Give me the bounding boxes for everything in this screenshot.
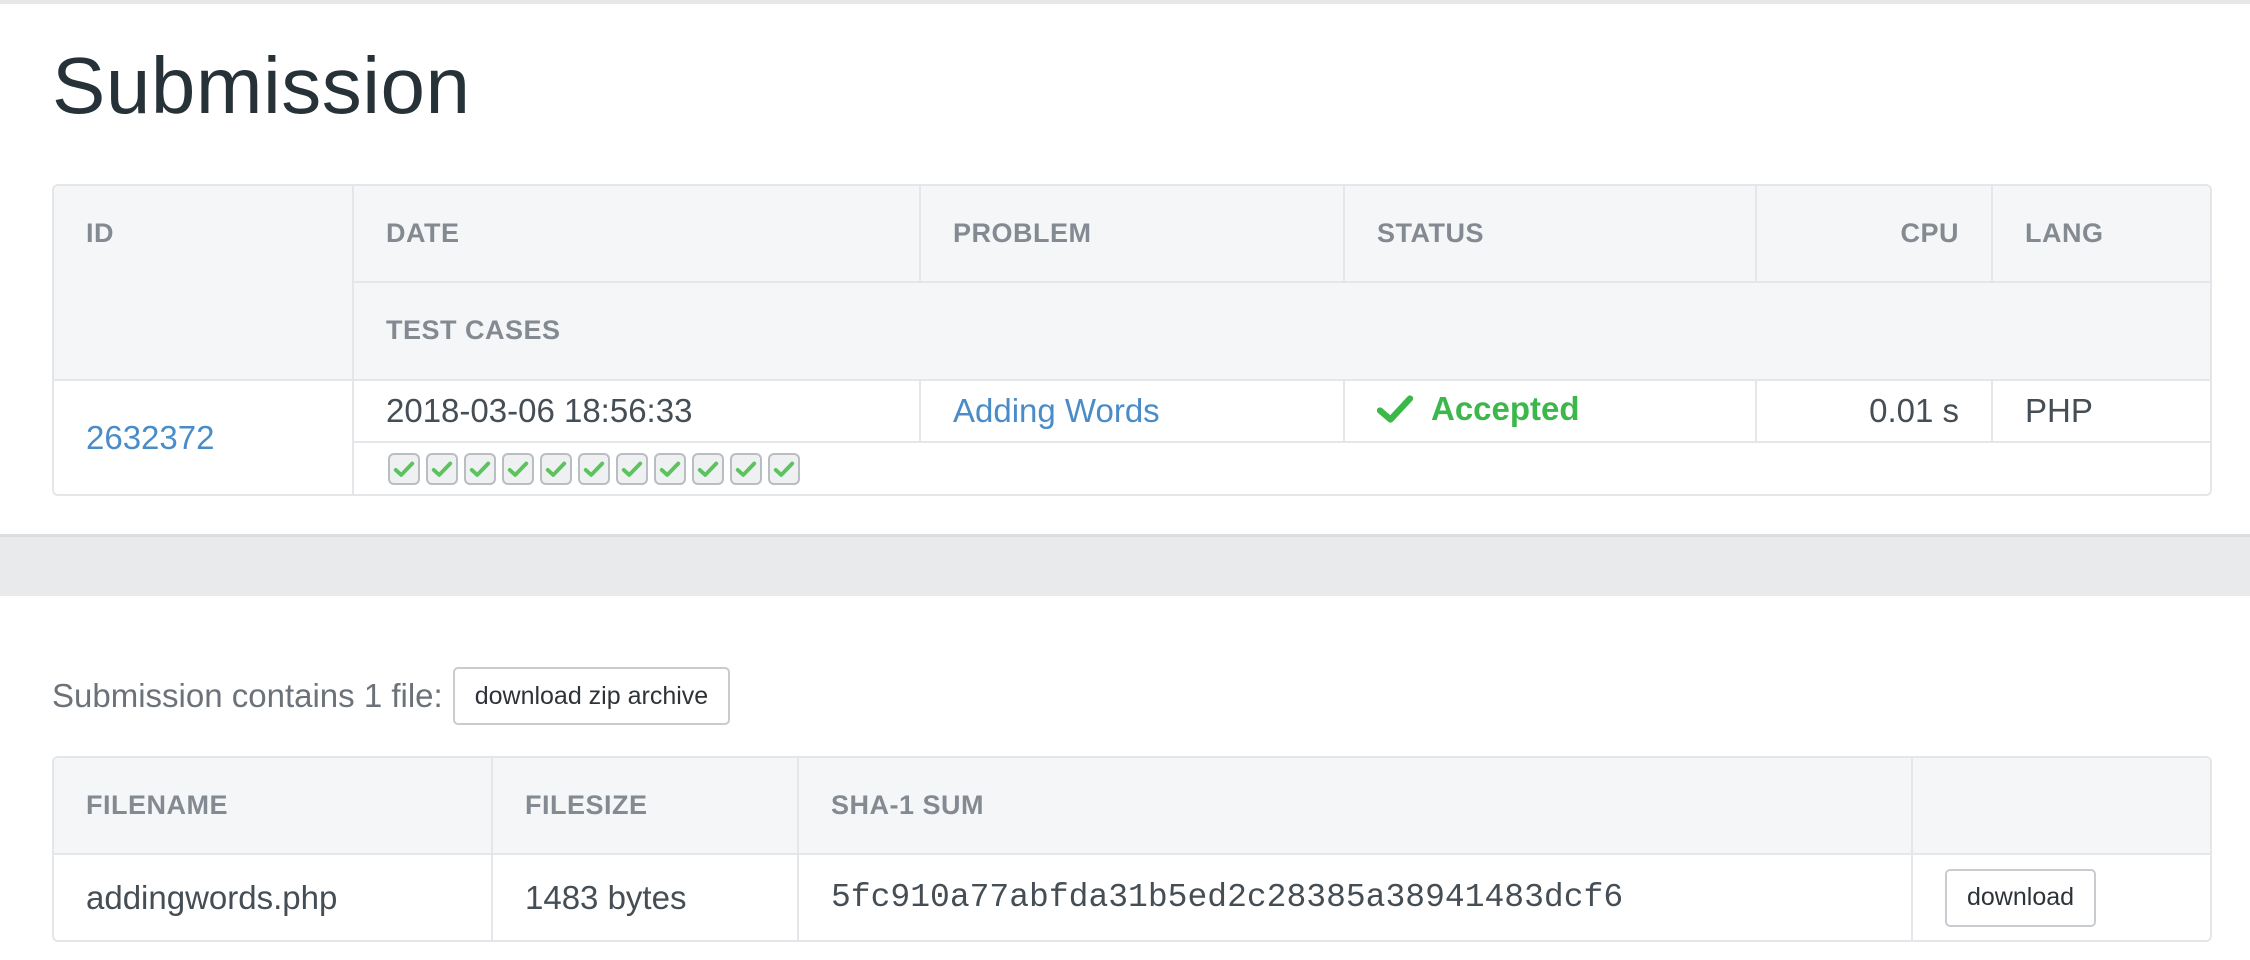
test-case-passed[interactable] [692, 452, 724, 485]
test-case-passed[interactable] [578, 452, 610, 485]
column-header-date: DATE [352, 186, 921, 283]
test-case-passed[interactable] [502, 452, 534, 485]
column-header-status: STATUS [1343, 186, 1757, 283]
test-case-passed[interactable] [464, 452, 496, 485]
test-case-list [388, 452, 2210, 485]
submission-table-container: ID DATE PROBLEM STATUS CPU LANG TEST CAS… [52, 184, 2212, 496]
check-icon [507, 461, 529, 477]
file-name: addingwords.php [54, 853, 493, 940]
page-title: Submission [52, 41, 471, 130]
check-icon [621, 461, 643, 477]
status-cell: Accepted [1343, 379, 1757, 443]
test-case-passed[interactable] [768, 452, 800, 485]
status-text: Accepted [1431, 390, 1580, 427]
section-divider-band [0, 534, 2250, 596]
download-file-button[interactable]: download [1945, 868, 2097, 927]
files-summary: Submission contains 1 file: download zip… [52, 666, 731, 726]
check-icon [431, 461, 453, 477]
test-case-passed[interactable] [654, 452, 686, 485]
column-header-cpu: CPU [1755, 186, 1993, 283]
check-icon [469, 461, 491, 477]
file-size: 1483 bytes [491, 853, 799, 940]
problem-link[interactable]: Adding Words [953, 392, 1160, 429]
test-case-passed[interactable] [388, 452, 420, 485]
test-cases-row [54, 441, 2210, 494]
file-sha1: 5fc910a77abfda31b5ed2c28385a38941483dcf6 [797, 853, 1913, 940]
column-header-filesize: FILESIZE [491, 758, 799, 855]
check-icon [545, 461, 567, 477]
test-case-passed[interactable] [616, 452, 648, 485]
check-icon [773, 461, 795, 477]
column-header-test-cases: TEST CASES [353, 281, 2210, 381]
files-table: FILENAME FILESIZE SHA-1 SUM addingwords.… [54, 758, 2210, 940]
cpu-time: 0.01 s [1755, 379, 1993, 443]
test-case-passed[interactable] [730, 452, 762, 485]
submission-id-link[interactable]: 2632372 [86, 419, 214, 456]
check-icon [1377, 395, 1413, 423]
language: PHP [1991, 379, 2210, 443]
submission-table: ID DATE PROBLEM STATUS CPU LANG TEST CAS… [54, 186, 2210, 494]
submission-id-cell: 2632372 [54, 379, 354, 494]
column-header-problem: PROBLEM [919, 186, 1345, 283]
column-header-filename: FILENAME [54, 758, 493, 855]
test-case-passed[interactable] [540, 452, 572, 485]
column-header-id: ID [54, 186, 354, 381]
column-header-sha1: SHA-1 SUM [797, 758, 1913, 855]
files-table-container: FILENAME FILESIZE SHA-1 SUM addingwords.… [52, 756, 2212, 942]
download-zip-button[interactable]: download zip archive [452, 667, 731, 725]
problem-cell: Adding Words [919, 379, 1345, 443]
column-header-action [1911, 758, 2210, 855]
top-divider [0, 0, 2250, 4]
check-icon [583, 461, 605, 477]
check-icon [697, 461, 719, 477]
check-icon [735, 461, 757, 477]
submission-date: 2018-03-06 18:56:33 [352, 379, 921, 443]
test-case-passed[interactable] [426, 452, 458, 485]
column-header-lang: LANG [1991, 186, 2210, 283]
test-cases-cell [353, 441, 2210, 494]
files-summary-text: Submission contains 1 file: [52, 677, 443, 714]
check-icon [659, 461, 681, 477]
table-row: addingwords.php 1483 bytes 5fc910a77abfd… [54, 853, 2210, 940]
table-row: 2632372 2018-03-06 18:56:33 Adding Words… [54, 379, 2210, 494]
status-badge: Accepted [1377, 390, 1580, 428]
check-icon [393, 461, 415, 477]
file-action-cell: download [1911, 853, 2210, 940]
